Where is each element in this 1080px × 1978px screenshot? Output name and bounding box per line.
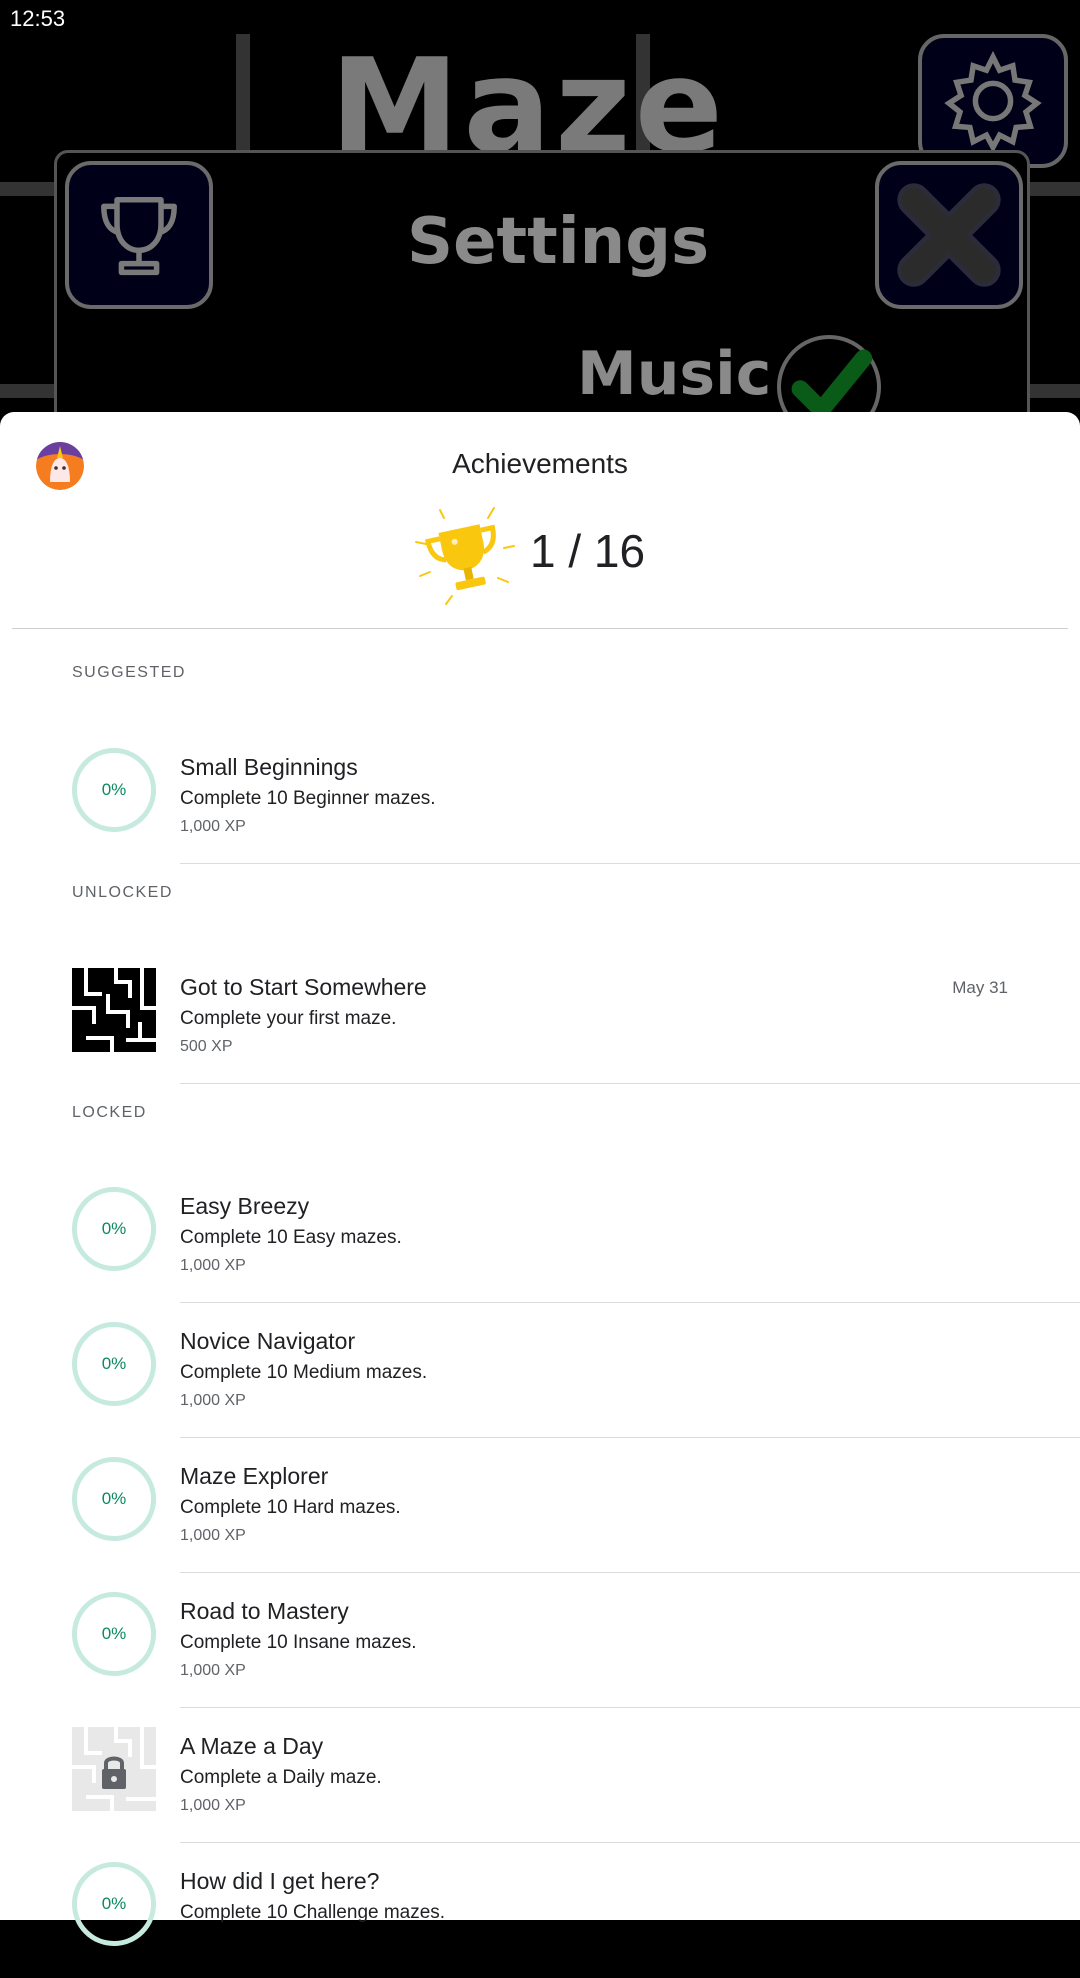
achievement-description: Complete 10 Challenge mazes.	[180, 1902, 446, 1923]
achievement-xp: 1,000 XP	[180, 1797, 246, 1814]
achievement-item[interactable]: 0% How did I get here? Complete 10 Chall…	[0, 1844, 1080, 1978]
achievements-button	[65, 161, 213, 309]
achievement-item[interactable]: 0% Easy Breezy Complete 10 Easy mazes. 1…	[0, 1169, 1080, 1303]
section-label-locked: LOCKED	[72, 1104, 147, 1121]
achievement-name: Got to Start Somewhere	[180, 974, 427, 1000]
achievement-name: Maze Explorer	[180, 1463, 329, 1489]
item-divider	[180, 863, 1080, 864]
achievement-item[interactable]: Got to Start Somewhere Complete your fir…	[0, 950, 1080, 1084]
unlock-date: May 31	[952, 978, 1008, 997]
section-label-unlocked: UNLOCKED	[72, 884, 173, 901]
achievement-item[interactable]: 0% Road to Mastery Complete 10 Insane ma…	[0, 1574, 1080, 1708]
achievement-description: Complete 10 Hard mazes.	[180, 1497, 401, 1518]
item-divider	[180, 1572, 1080, 1573]
progress-ring: 0%	[72, 1457, 156, 1541]
section-label-suggested: SUGGESTED	[72, 664, 186, 681]
maze-badge-icon	[72, 968, 156, 1052]
achievement-description: Complete 10 Easy mazes.	[180, 1227, 402, 1248]
achievement-xp: 1,000 XP	[180, 1257, 246, 1274]
achievement-name: Road to Mastery	[180, 1598, 349, 1624]
item-divider	[180, 1707, 1080, 1708]
achievement-description: Complete 10 Beginner mazes.	[180, 788, 436, 809]
maze-wall	[1024, 384, 1080, 398]
progress-ring: 0%	[72, 748, 156, 832]
gear-icon	[944, 50, 1042, 153]
achievement-name: A Maze a Day	[180, 1733, 324, 1759]
header-divider	[12, 628, 1068, 629]
progress-ring: 0%	[72, 1187, 156, 1271]
settings-dialog: Settings Music	[54, 150, 1030, 420]
settings-title: Settings	[407, 205, 710, 279]
achievements-sheet: Achievements 1 / 16 SUGGESTED 0% Small B…	[0, 412, 1080, 1946]
item-divider	[180, 1437, 1080, 1438]
trophy-icon	[101, 197, 177, 276]
achievement-name: Easy Breezy	[180, 1193, 310, 1219]
achievement-item[interactable]: 0% Small Beginnings Complete 10 Beginner…	[0, 730, 1080, 864]
achievement-description: Complete a Daily maze.	[180, 1767, 382, 1788]
achievement-xp: 500 XP	[180, 1038, 233, 1055]
maze-wall	[0, 384, 54, 398]
close-button	[875, 161, 1023, 309]
progress-ring: 0%	[72, 1862, 156, 1946]
item-divider	[180, 1302, 1080, 1303]
locked-maze-icon	[72, 1727, 156, 1811]
achievement-description: Complete your first maze.	[180, 1008, 397, 1029]
close-icon	[897, 183, 1001, 287]
gold-trophy-icon	[415, 507, 515, 605]
achievement-xp: 1,000 XP	[180, 818, 246, 835]
achievement-description: Complete 10 Medium mazes.	[180, 1362, 428, 1383]
achievements-title: Achievements	[452, 448, 628, 479]
settings-gear-button	[918, 34, 1068, 168]
item-divider	[180, 1083, 1080, 1084]
maze-wall	[236, 34, 250, 150]
progress-ring: 0%	[72, 1592, 156, 1676]
achievement-name: Novice Navigator	[180, 1328, 356, 1354]
music-toggle	[777, 335, 881, 420]
progress-ring: 0%	[72, 1322, 156, 1406]
status-time: 12:53	[10, 6, 66, 31]
achievement-item[interactable]: 0% Novice Navigator Complete 10 Medium m…	[0, 1304, 1080, 1438]
item-divider	[180, 1842, 1080, 1843]
maze-wall	[1024, 182, 1080, 196]
game-background: Maze Settings Music 12:53	[0, 0, 1080, 420]
achievement-name: How did I get here?	[180, 1868, 380, 1894]
achievement-item[interactable]: 0% Maze Explorer Complete 10 Hard mazes.…	[0, 1439, 1080, 1573]
maze-wall	[0, 182, 54, 196]
achievement-name: Small Beginnings	[180, 754, 358, 780]
check-icon	[791, 349, 873, 419]
achievement-xp: 1,000 XP	[180, 1392, 246, 1409]
music-label: Music	[577, 339, 772, 409]
achievement-description: Complete 10 Insane mazes.	[180, 1632, 417, 1653]
achievement-item[interactable]: A Maze a Day Complete a Daily maze. 1,00…	[0, 1709, 1080, 1843]
achievement-xp: 1,000 XP	[180, 1527, 246, 1544]
achievement-count: 1 / 16	[530, 525, 646, 577]
achievement-xp: 1,000 XP	[180, 1662, 246, 1679]
